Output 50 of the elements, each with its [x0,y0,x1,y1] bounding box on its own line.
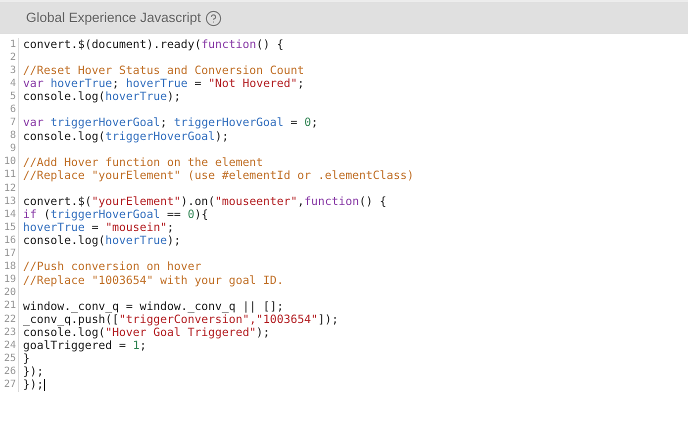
code-line: }); [23,379,44,391]
code-line: //Push conversion on hover [23,261,202,273]
code-line: var triggerHoverGoal; triggerHoverGoal = 0; [23,117,318,129]
line-number: 24 [4,340,16,351]
line-number: 4 [10,78,16,89]
code-line: hoverTrue = "mousein"; [23,222,174,234]
line-number: 15 [4,222,16,233]
line-number: 5 [10,92,16,102]
code-line: //Add Hover function on the element [23,156,264,168]
line-number: 26 [4,366,16,377]
line-number: 19 [4,275,16,286]
line-number: 18 [4,262,16,272]
line-number: 12 [4,184,16,194]
code-line: convert.$("yourElement").on("mouseenter",function() { [23,196,386,208]
line-number: 2 [10,52,16,63]
line-number: 17 [4,249,16,260]
code-line: convert.$(document).ready(function() { [23,38,284,50]
line-number: 23 [4,328,16,338]
line-number: 6 [10,105,16,116]
panel-title: Global Experience Javascript [26,11,201,25]
code-line: }); [23,366,44,378]
code-line: console.log("Hover Goal Triggered"); [23,326,270,338]
code-line: } [23,353,30,364]
code-line: if (triggerHoverGoal == 0){ [23,209,208,220]
line-number: 13 [4,196,16,207]
code-line: _conv_q.push(["triggerConversion","1003654"]); [23,314,338,326]
line-number: 9 [10,144,16,154]
line-number: 20 [4,288,16,298]
line-number: 16 [4,236,16,246]
line-number: 14 [4,210,16,220]
line-number: 3 [10,66,16,76]
code-line: //Reset Hover Status and Conversion Count [23,65,304,76]
help-icon[interactable] [204,10,222,26]
code-line: var hoverTrue; hoverTrue = "Not Hovered"; [23,78,304,90]
line-number: 11 [4,170,16,180]
line-number: 10 [4,157,16,168]
code-line: window._conv_q = window._conv_q || []; [23,300,284,312]
line-number: 22 [4,314,16,325]
code-line: goalTriggered = 1; [23,340,146,352]
code-line: console.log(hoverTrue); [23,235,181,247]
code-line: console.log(triggerHoverGoal); [23,130,229,142]
code-line: //Replace "1003654" with your goal ID. [23,274,284,286]
line-number: 27 [4,380,16,390]
line-number: 1 [10,40,16,50]
code-line: //Replace "yourElement" (use #elementId or .elementClass) [23,170,414,182]
line-number: 7 [10,118,16,128]
line-number: 8 [10,131,16,142]
line-number: 25 [4,354,16,364]
line-number: 21 [4,301,16,312]
code-line: console.log(hoverTrue); [23,91,181,103]
